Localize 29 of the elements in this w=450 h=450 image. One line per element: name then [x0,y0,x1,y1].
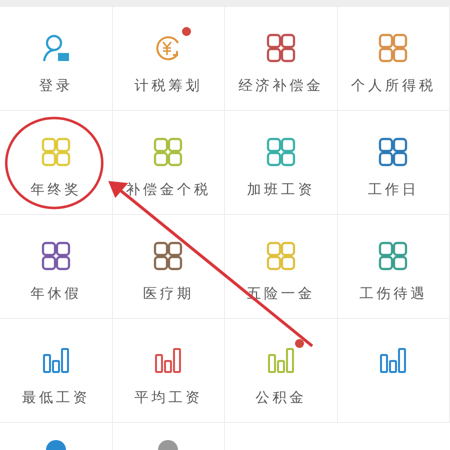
grid-tile[interactable]: 经济补偿金 [225,7,338,111]
tile-label: 个人所得税 [350,77,436,95]
tile-label: 计税筹划 [134,77,202,95]
tile-label: 工伤待遇 [359,285,428,303]
tile-label: 经济补偿金 [238,77,324,95]
grid-tile[interactable]: 年终奖 [0,111,112,215]
grid-tile[interactable]: 补偿金个税 [112,111,225,215]
tile-label: 医疗期 [142,285,194,303]
grid-tile[interactable]: 工作日 [338,111,450,215]
tile-label: 年终奖 [30,181,82,199]
grid-tile[interactable]: 加班工资 [225,111,338,215]
grid-tile[interactable]: 医疗期 [112,215,225,319]
grid-tile[interactable]: 工伤待遇 [338,215,450,319]
grid-tile[interactable]: 公积金 [225,319,338,423]
tile-label: 工作日 [368,181,419,199]
grid-tile[interactable]: 最低工资 [0,319,112,423]
grid-tile[interactable] [338,319,450,423]
grid-tile[interactable]: 平均工资 [112,319,225,423]
tile-label: 补偿金个税 [126,181,211,199]
tile-label: 最低工资 [22,389,90,407]
grid-tile[interactable]: 个人所得税 [338,7,450,111]
grid-tile[interactable]: 计税筹划 [112,7,225,111]
grid-tile[interactable]: 年休假 [0,215,112,319]
tile-label: 年休假 [30,285,82,303]
tile-label: 登录 [38,77,73,95]
tile-label: 平均工资 [134,389,202,407]
grid-tile[interactable]: 登录 [0,7,112,111]
tile-label: 公积金 [255,389,306,407]
tile-label: 加班工资 [246,181,315,199]
